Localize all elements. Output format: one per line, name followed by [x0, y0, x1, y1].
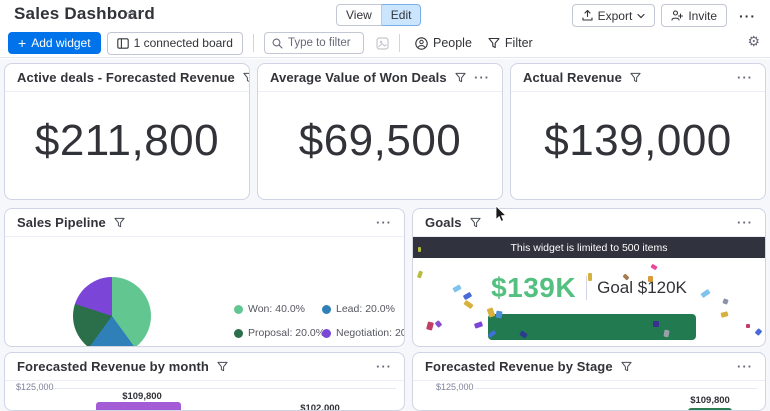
goals-widget: Goals ··· This widget is limited to 500 … — [412, 208, 766, 347]
legend-item-lead[interactable]: Lead: 20.0% — [322, 303, 404, 315]
pie-legend: Won: 40.0% Lead: 20.0% Proposal: 20.0% N… — [234, 303, 404, 339]
dashboard-toolbar: + Add widget 1 connected board People Fi… — [0, 29, 770, 58]
goals-body: $139K Goal $120K — [413, 247, 765, 346]
confetti-piece — [418, 247, 421, 252]
goal-current-value: $139K — [491, 272, 577, 303]
widget-filter-icon[interactable] — [455, 72, 466, 83]
widget-menu-icon[interactable]: ··· — [737, 359, 753, 374]
person-circle-icon — [415, 36, 428, 50]
bar-value-label: $109,800 — [690, 395, 730, 406]
bar-value-label: $109,800 — [122, 391, 162, 402]
legend-item-negotiation[interactable]: Negotiation: 20.0% — [322, 327, 404, 339]
bar-chart-area: $125,000 $109,800 — [413, 381, 765, 410]
header-more-menu[interactable]: ··· — [733, 8, 762, 24]
widget-limit-banner: This widget is limited to 500 items — [413, 237, 765, 258]
confetti-piece — [720, 311, 729, 318]
kpi-card-actual-revenue: Actual Revenue ··· $139,000 — [510, 63, 766, 200]
widget-menu-icon[interactable]: ··· — [376, 215, 392, 230]
invite-person-icon — [671, 10, 684, 21]
confetti-piece — [754, 328, 763, 336]
pie-chart[interactable] — [73, 277, 151, 346]
view-edit-toggle: View Edit — [336, 4, 422, 26]
y-axis-tick: $125,000 — [436, 382, 474, 392]
widget-title: Goals — [425, 215, 462, 230]
confetti-piece — [653, 321, 659, 327]
widget-menu-icon[interactable]: ··· — [376, 359, 392, 374]
widget-filter-icon[interactable] — [114, 217, 125, 228]
kpi-card-forecasted-revenue: Active deals - Forecasted Revenue ··· $2… — [4, 63, 250, 200]
kpi-card-avg-won-deals: Average Value of Won Deals ··· $69,500 — [257, 63, 503, 200]
confetti-piece — [648, 276, 653, 282]
chevron-down-icon — [637, 13, 645, 19]
filter-button[interactable]: Filter — [483, 34, 538, 52]
toolbar-divider — [252, 34, 254, 52]
widget-title: Forecasted Revenue by month — [17, 359, 209, 374]
header-actions: Export Invite ··· — [571, 4, 762, 27]
gridline — [53, 388, 396, 389]
dashboard-settings-gear-icon[interactable]: ⚙ — [747, 33, 760, 50]
widget-menu-icon[interactable]: ··· — [474, 70, 490, 85]
connected-board-button[interactable]: 1 connected board — [106, 31, 243, 55]
plus-icon: + — [18, 35, 27, 51]
widget-menu-icon[interactable]: ··· — [737, 215, 753, 230]
goal-target-value: Goal $120K — [597, 278, 687, 297]
kpi-value: $211,800 — [34, 116, 220, 165]
invite-button[interactable]: Invite — [661, 4, 727, 27]
legend-dot — [234, 304, 243, 314]
confetti-piece — [473, 321, 484, 329]
legend-item-proposal[interactable]: Proposal: 20.0% — [234, 327, 325, 339]
confetti-piece — [434, 320, 443, 328]
confetti-piece — [650, 263, 658, 271]
people-filter-button[interactable]: People — [410, 34, 477, 52]
bar-value-label: $102,000 — [300, 403, 340, 411]
widget-title: Active deals - Forecasted Revenue — [17, 70, 235, 85]
filter-search-box[interactable] — [263, 32, 364, 54]
search-input[interactable] — [287, 37, 358, 49]
add-widget-button[interactable]: + Add widget — [8, 32, 101, 54]
revenue-by-month-widget: Forecasted Revenue by month ··· $125,000… — [4, 352, 405, 411]
confetti-piece — [426, 321, 434, 331]
search-icon — [272, 38, 283, 49]
app-header: Sales Dashboard ☆ View Edit Export Invit… — [0, 0, 770, 29]
widget-filter-icon[interactable] — [470, 217, 481, 228]
kpi-value: $139,000 — [544, 116, 732, 165]
widget-title: Sales Pipeline — [17, 215, 106, 230]
view-button[interactable]: View — [336, 4, 382, 26]
funnel-icon — [488, 37, 500, 49]
dashboard-board: Active deals - Forecasted Revenue ··· $2… — [0, 59, 770, 411]
export-icon — [582, 10, 593, 21]
toolbar-divider-2 — [398, 34, 400, 52]
widget-title: Actual Revenue — [523, 70, 622, 85]
legend-dot — [234, 328, 243, 338]
widget-title: Forecasted Revenue by Stage — [425, 359, 613, 374]
legend-item-won[interactable]: Won: 40.0% — [234, 303, 322, 315]
bar-chart-area: $125,000 $109,800 $102,000 — [5, 381, 404, 411]
widget-menu-icon[interactable]: ··· — [737, 70, 753, 85]
widget-title: Average Value of Won Deals — [270, 70, 447, 85]
revenue-by-stage-widget: Forecasted Revenue by Stage ··· $125,000… — [412, 352, 766, 411]
save-filter-icon — [376, 36, 389, 50]
gridline — [475, 388, 757, 389]
edit-button[interactable]: Edit — [381, 4, 422, 26]
bar-month-1[interactable] — [96, 402, 181, 410]
board-icon — [116, 37, 129, 49]
confetti-piece — [588, 273, 592, 281]
kpi-value: $69,500 — [298, 116, 462, 165]
y-axis-tick: $125,000 — [16, 382, 54, 392]
legend-dot — [322, 304, 331, 314]
pie-chart-area: Won: 40.0% Lead: 20.0% Proposal: 20.0% N… — [5, 237, 404, 346]
sales-pipeline-widget: Sales Pipeline ··· Won: 40.0% Lead: 20.0… — [4, 208, 405, 347]
export-button[interactable]: Export — [571, 4, 656, 27]
confetti-piece — [495, 310, 503, 319]
widget-filter-icon[interactable] — [243, 72, 249, 83]
goal-divider — [586, 276, 588, 300]
widget-filter-icon[interactable] — [630, 72, 641, 83]
favorite-star-icon[interactable]: ☆ — [125, 6, 138, 23]
widget-filter-icon[interactable] — [217, 361, 228, 372]
widget-filter-icon[interactable] — [621, 361, 632, 372]
legend-dot — [322, 328, 331, 338]
confetti-piece — [746, 324, 750, 328]
